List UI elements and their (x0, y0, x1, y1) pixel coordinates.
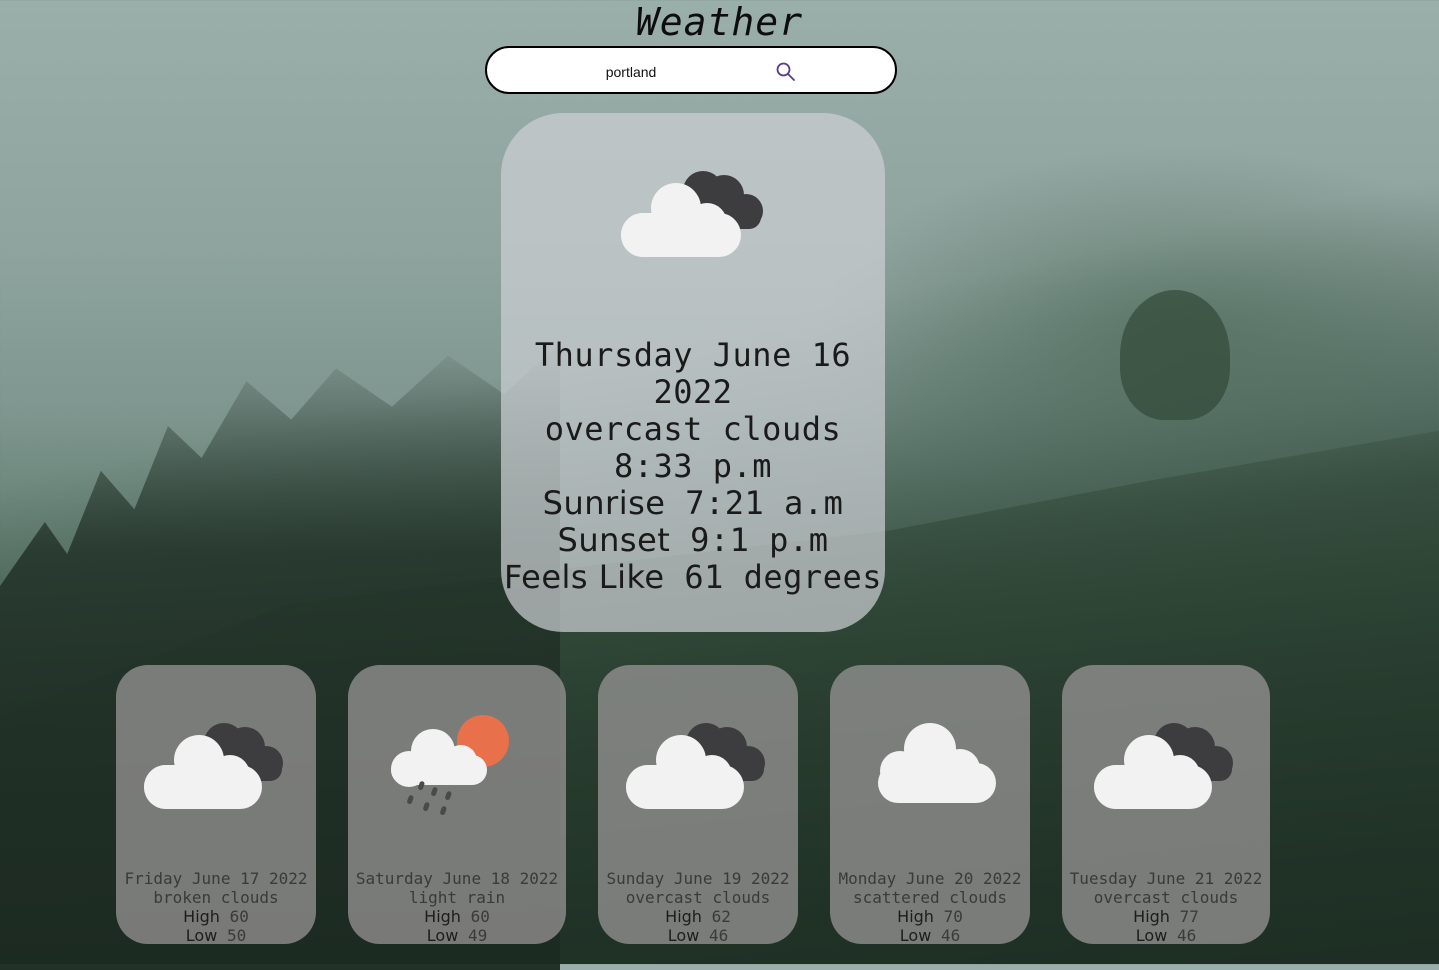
forecast-card: Monday June 20 2022 scattered clouds Hig… (830, 665, 1030, 944)
forecast-date: Tuesday June 21 2022 (1069, 869, 1263, 888)
low-value: 46 (940, 926, 961, 944)
sunrise-row: Sunrise 7:21 a.m (501, 485, 885, 522)
forecast-card: Friday June 17 2022 broken clouds High 6… (116, 665, 316, 944)
sunset-row: Sunset 9:1 p.m (501, 522, 885, 559)
search-input[interactable] (499, 58, 763, 86)
forecast-details: Saturday June 18 2022 light rain High 60… (348, 869, 566, 944)
forecast-description: scattered clouds (852, 888, 1008, 907)
low-label: Low (667, 926, 700, 944)
current-time: 8:33 p.m (613, 447, 773, 485)
scattered-clouds-icon (878, 723, 996, 803)
forecast-card: Sunday June 19 2022 overcast clouds High… (598, 665, 798, 944)
forecast-date: Friday June 17 2022 (124, 869, 308, 888)
low-value: 46 (1176, 926, 1197, 944)
overcast-clouds-icon (1094, 723, 1233, 809)
sunset-label: Sunset (557, 521, 671, 559)
feels-like-row: Feels Like 61 degrees (501, 559, 885, 596)
forecast-description: overcast clouds (1093, 888, 1239, 907)
forecast-date: Monday June 20 2022 (838, 869, 1022, 888)
overcast-clouds-icon (626, 723, 765, 809)
forecast-details: Friday June 17 2022 broken clouds High 6… (116, 869, 316, 944)
broken-clouds-icon (144, 723, 283, 809)
light-rain-icon (391, 715, 509, 815)
sunset-value: 9:1 p.m (690, 521, 829, 559)
low-value: 46 (708, 926, 729, 944)
feels-like-value: 61 degrees (684, 558, 882, 596)
forecast-description: light rain (408, 888, 506, 907)
high-value: 60 (470, 907, 490, 926)
current-weather-details: Thursday June 16 2022 overcast clouds 8:… (501, 337, 885, 596)
high-label: High (897, 907, 934, 926)
high-value: 77 (1179, 907, 1199, 926)
high-label: High (424, 907, 461, 926)
forecast-description: overcast clouds (625, 888, 771, 907)
high-value: 60 (229, 907, 249, 926)
low-value: 50 (226, 926, 247, 944)
background-tree (1120, 290, 1230, 420)
high-label: High (665, 907, 702, 926)
low-label: Low (899, 926, 932, 944)
page-title: Weather (635, 0, 804, 44)
forecast-card: Saturday June 18 2022 light rain High 60… (348, 665, 566, 944)
sunrise-label: Sunrise (542, 484, 666, 522)
high-label: High (183, 907, 220, 926)
low-label: Low (185, 926, 218, 944)
sunrise-value: 7:21 a.m (685, 484, 844, 522)
low-label: Low (426, 926, 459, 944)
high-value: 70 (943, 907, 963, 926)
forecast-date: Sunday June 19 2022 (606, 869, 790, 888)
current-description: overcast clouds (544, 410, 842, 448)
feels-like-label: Feels Like (504, 558, 665, 596)
high-label: High (1133, 907, 1170, 926)
forecast-details: Tuesday June 21 2022 overcast clouds Hig… (1062, 869, 1270, 944)
forecast-details: Monday June 20 2022 scattered clouds Hig… (830, 869, 1030, 944)
low-value: 49 (467, 926, 488, 944)
high-value: 62 (711, 907, 731, 926)
forecast-description: broken clouds (153, 888, 279, 907)
forecast-card: Tuesday June 21 2022 overcast clouds Hig… (1062, 665, 1270, 944)
search-bar[interactable] (485, 46, 897, 94)
forecast-details: Sunday June 19 2022 overcast clouds High… (598, 869, 798, 944)
current-weather-card: Thursday June 16 2022 overcast clouds 8:… (501, 113, 885, 632)
current-date: Thursday June 16 2022 (534, 336, 852, 411)
forecast-date: Saturday June 18 2022 (355, 869, 559, 888)
low-label: Low (1135, 926, 1168, 944)
search-icon[interactable] (774, 60, 798, 84)
overcast-clouds-icon (621, 171, 763, 257)
